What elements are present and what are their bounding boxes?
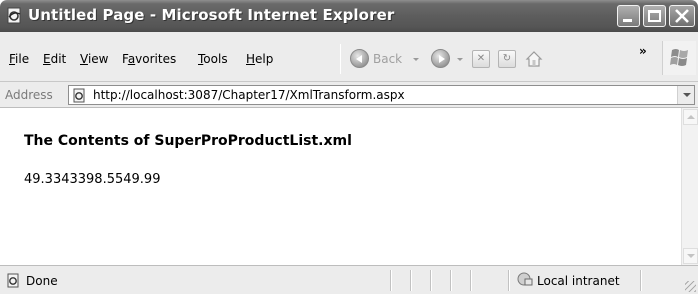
- toolbar-chevron[interactable]: »: [639, 44, 647, 58]
- address-bar: Address http://localhost:3087/Chapter17/…: [0, 82, 698, 108]
- address-url: http://localhost:3087/Chapter17/XmlTrans…: [93, 88, 405, 102]
- home-button[interactable]: [524, 49, 544, 69]
- back-label: Back: [373, 52, 403, 66]
- minimize-button[interactable]: [617, 5, 640, 27]
- title-bar[interactable]: Untitled Page - Microsoft Internet Explo…: [0, 0, 698, 32]
- menu-edit[interactable]: Edit: [43, 52, 66, 66]
- status-pane-divider: [470, 270, 472, 291]
- refresh-icon: ↻: [502, 53, 512, 64]
- forward-arrow-icon: [431, 49, 450, 68]
- maximize-button[interactable]: [643, 5, 666, 27]
- menu-bar: File Edit View Favorites Tools Help Back…: [0, 32, 698, 82]
- status-pane-divider: [450, 270, 452, 291]
- address-dropdown-button[interactable]: [677, 86, 694, 104]
- menu-file[interactable]: File: [9, 52, 29, 66]
- close-icon: [675, 9, 689, 23]
- back-dropdown-icon: [413, 58, 419, 61]
- page-content: The Contents of SuperProProductList.xml …: [0, 108, 681, 265]
- status-text: Done: [26, 274, 58, 288]
- window-title: Untitled Page - Microsoft Internet Explo…: [28, 6, 395, 24]
- minimize-icon: [623, 19, 632, 22]
- vertical-scrollbar[interactable]: [681, 108, 698, 265]
- menu-view[interactable]: View: [80, 52, 108, 66]
- menu-help[interactable]: Help: [246, 52, 273, 66]
- ie-page-icon: [73, 88, 85, 103]
- address-label: Address: [5, 88, 53, 102]
- scroll-down-icon[interactable]: [683, 248, 698, 264]
- ie-page-icon: [7, 7, 21, 24]
- scroll-up-icon[interactable]: [683, 109, 698, 125]
- forward-dropdown-icon: [457, 58, 463, 61]
- windows-logo-icon: [662, 41, 696, 75]
- refresh-button[interactable]: ↻: [498, 50, 516, 68]
- page-heading: The Contents of SuperProProductList.xml: [24, 133, 352, 149]
- home-icon: [525, 51, 543, 67]
- close-button[interactable]: [669, 5, 695, 27]
- stop-icon: ✕: [476, 53, 486, 64]
- security-zone-label: Local intranet: [537, 274, 620, 288]
- stop-button[interactable]: ✕: [472, 50, 490, 68]
- status-pane-divider: [508, 270, 510, 291]
- status-pane-divider: [390, 270, 392, 291]
- page-output-text: 49.3343398.5549.99: [24, 172, 161, 187]
- ie-page-icon: [7, 273, 19, 288]
- status-pane-divider: [640, 270, 642, 291]
- menu-favorites[interactable]: Favorites: [122, 52, 176, 66]
- status-bar: Done Local intranet: [0, 265, 698, 294]
- toolbar-separator: [340, 44, 341, 74]
- menu-tools[interactable]: Tools: [198, 52, 228, 66]
- status-pane-divider: [430, 270, 432, 291]
- resize-grip-icon[interactable]: [685, 281, 696, 292]
- back-arrow-icon: [350, 49, 369, 68]
- address-input[interactable]: http://localhost:3087/Chapter17/XmlTrans…: [68, 85, 695, 105]
- maximize-icon: [648, 10, 661, 22]
- local-intranet-icon: [517, 272, 533, 286]
- status-pane-divider: [410, 270, 412, 291]
